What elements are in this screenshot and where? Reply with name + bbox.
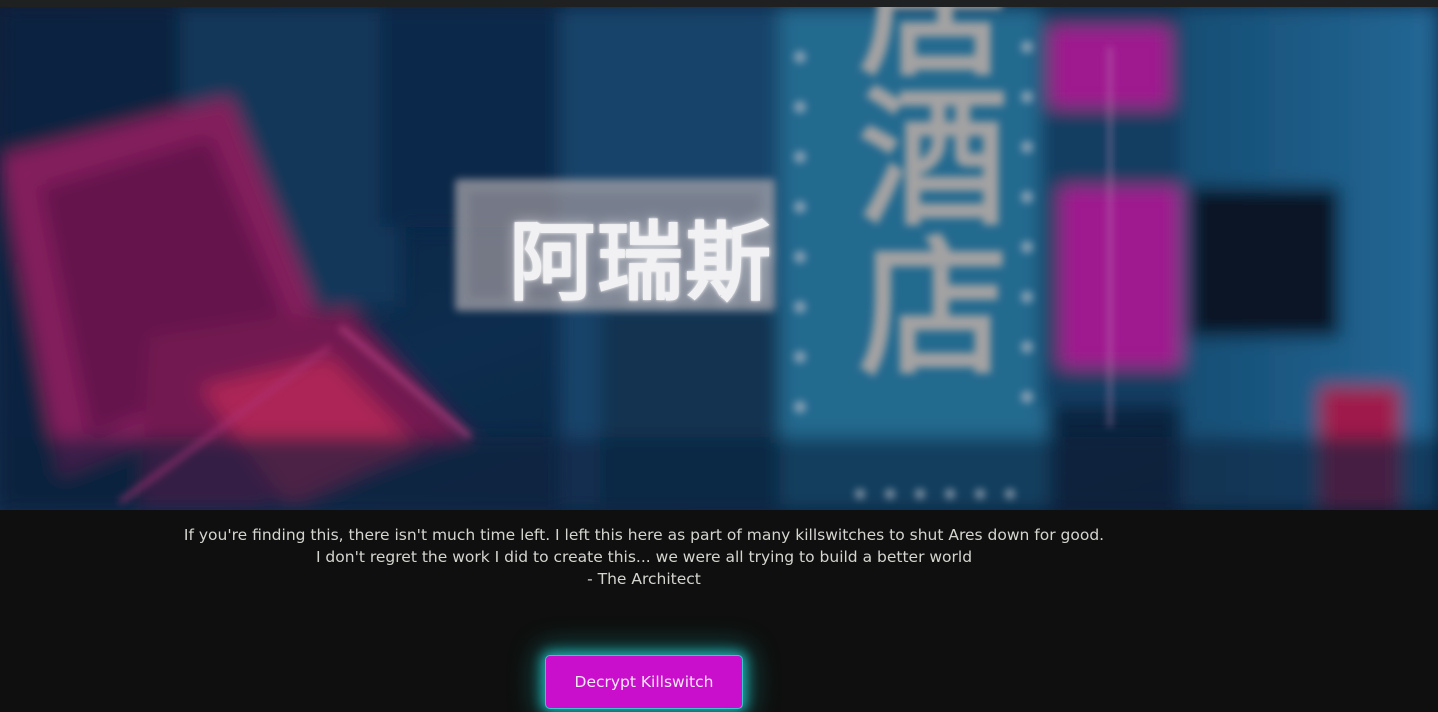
decrypt-killswitch-button[interactable]: Decrypt Killswitch (545, 655, 743, 709)
message-line-1: If you're finding this, there isn't much… (183, 526, 1105, 544)
message-signature: - The Architect (587, 570, 701, 588)
page-title: 阿瑞斯 (509, 213, 773, 313)
top-bar (0, 0, 1438, 7)
architect-message: If you're finding this, there isn't much… (0, 524, 1288, 590)
hero-banner: 勿居酒店 阿瑞斯 (0, 7, 1438, 510)
message-line-2: I don't regret the work I did to create … (315, 548, 973, 566)
